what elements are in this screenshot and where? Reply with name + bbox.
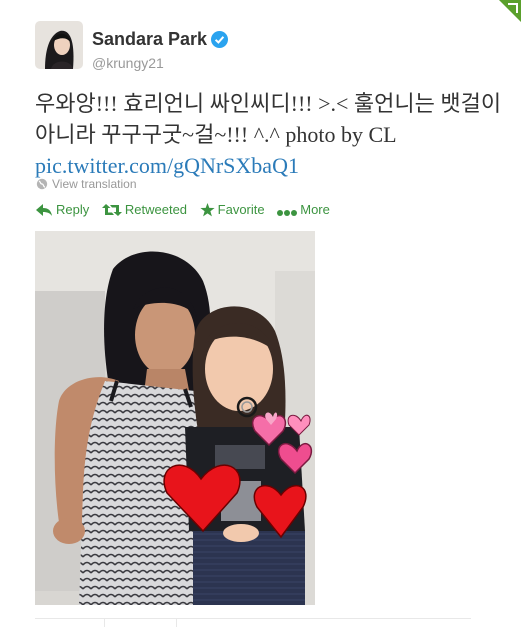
- reply-label: Reply: [56, 202, 90, 217]
- view-translation[interactable]: View translation: [36, 177, 137, 191]
- more-dots-icon: [277, 210, 298, 216]
- reply-button[interactable]: Reply: [35, 202, 89, 217]
- tweet-photo[interactable]: [35, 231, 315, 605]
- tweet-body: 우와앙!!! 효리언니 싸인씨디!!! >.< 훌언니는 뱃걸이 아니라 꾸구구…: [35, 91, 502, 147]
- author-name-line[interactable]: Sandara Park: [92, 29, 229, 50]
- reply-icon: [36, 204, 52, 216]
- retweet-icon: [101, 204, 122, 216]
- author-fullname[interactable]: Sandara Park: [92, 29, 207, 49]
- tweet-text: 우와앙!!! 효리언니 싸인씨디!!! >.< 훌언니는 뱃걸이 아니라 꾸구구…: [35, 88, 505, 181]
- corner-fold-badge: [499, 0, 521, 22]
- retweet-label: Retweeted: [124, 202, 188, 217]
- author-username[interactable]: @krungy21: [92, 55, 164, 71]
- avatar[interactable]: [35, 21, 83, 69]
- favorite-label: Favorite: [217, 202, 265, 217]
- favorite-button[interactable]: Favorite: [200, 202, 265, 217]
- footer-divider-tick: [104, 618, 105, 627]
- globe-icon: [36, 178, 48, 190]
- tweet-footer-divider: [35, 618, 471, 619]
- favorite-star-icon: [200, 203, 215, 217]
- more-button[interactable]: More: [277, 202, 330, 217]
- footer-divider-tick: [176, 618, 177, 627]
- more-label: More: [300, 202, 330, 217]
- retweet-button[interactable]: Retweeted: [101, 202, 188, 217]
- view-translation-label: View translation: [52, 177, 137, 191]
- verified-badge-icon: [211, 31, 229, 48]
- tweet-actions: Reply Retweeted Favorite More: [35, 202, 339, 217]
- tweet-photo-link[interactable]: pic.twitter.com/gQNrSXbaQ1: [35, 153, 299, 178]
